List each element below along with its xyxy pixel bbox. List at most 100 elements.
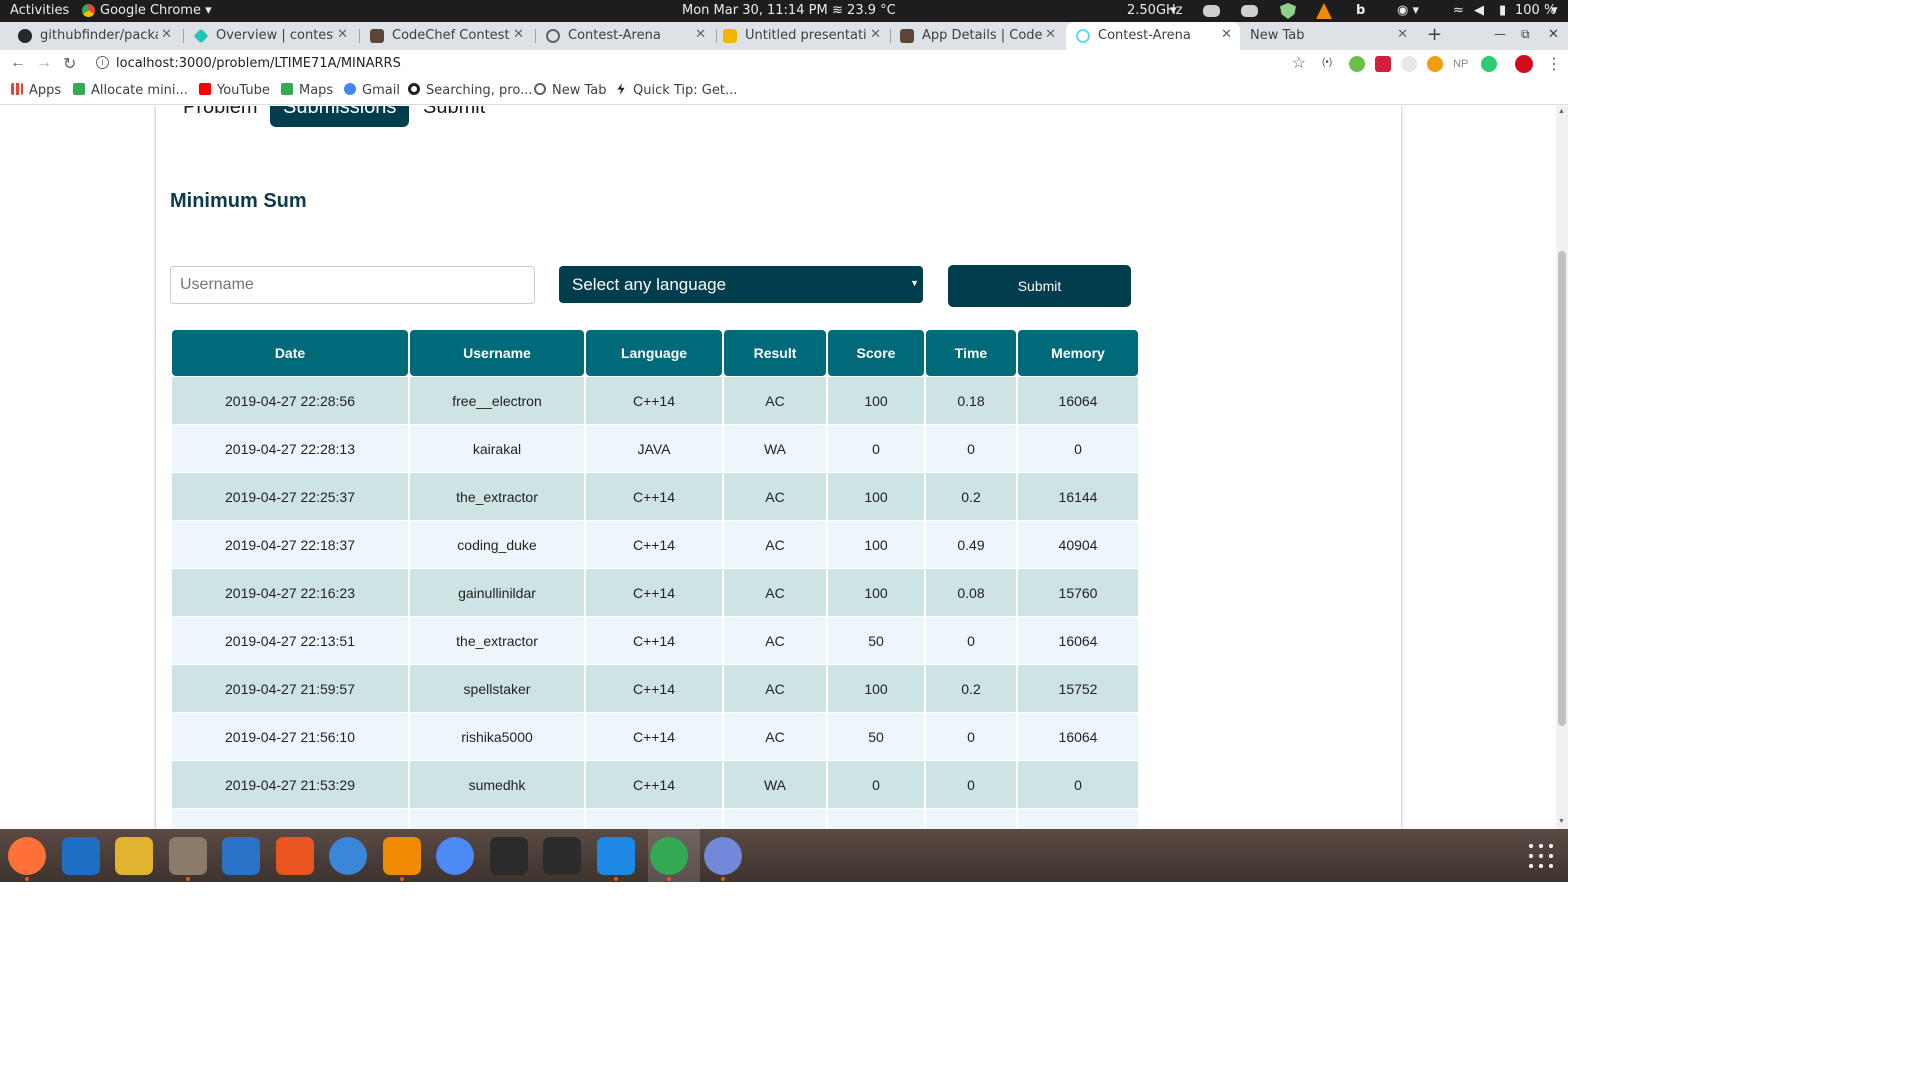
weather-indicator[interactable]: ≋ 23.9 °C [832, 3, 896, 18]
table-row[interactable]: 2019-04-27 21:56:10 rishika5000 C++14 AC 50 0… [172, 712, 1138, 760]
clock[interactable]: Mon Mar 30, 11:14 PM [682, 3, 828, 18]
close-icon[interactable]: ✕ [1045, 27, 1056, 42]
vlc-tray-icon[interactable] [1316, 3, 1332, 19]
wifi-icon[interactable]: ≈ [1453, 3, 1464, 18]
chrome-icon[interactable] [650, 837, 688, 875]
close-icon[interactable]: ✕ [870, 27, 881, 42]
extension-icon[interactable]: (•) [1322, 57, 1338, 73]
bookmark-quick-tip[interactable]: Quick Tip: Get... [615, 83, 737, 98]
software-icon[interactable] [275, 837, 314, 875]
address-bar[interactable]: i localhost:3000/problem/LTIME71A/MINARR… [90, 52, 1312, 76]
cookie-extension-icon[interactable] [1427, 56, 1443, 72]
menu-dots-icon[interactable]: ⋮ [1546, 54, 1562, 74]
bookmark-youtube[interactable]: YouTube [199, 83, 270, 98]
bookmark-searching[interactable]: Searching, pro... [408, 83, 532, 98]
np-extension-icon[interactable]: NP [1453, 58, 1469, 74]
tab-submit[interactable]: Submit [410, 106, 498, 127]
cell-score: 50 [828, 712, 924, 760]
column-header-username[interactable]: Username [410, 330, 584, 376]
column-header-score[interactable]: Score [828, 330, 924, 376]
close-icon[interactable]: ✕ [161, 27, 172, 42]
vlc-icon[interactable] [382, 837, 421, 875]
submit-button[interactable]: Submit [948, 265, 1131, 307]
files-icon[interactable] [168, 837, 207, 875]
scroll-up-arrow-icon[interactable]: ▲ [1558, 108, 1565, 115]
app-menu[interactable]: Google Chrome ▾ [100, 3, 212, 18]
table-row[interactable]: 2019-04-27 22:28:56 free__electron C++14 AC… [172, 376, 1138, 424]
volume-icon[interactable]: ◀ [1474, 3, 1484, 18]
tab-contest-arena-1[interactable]: Contest-Arena ✕ [536, 22, 714, 50]
tab-codechef-contest[interactable]: CodeChef Contest Are ✕ [360, 22, 532, 50]
table-row[interactable]: 2019-04-27 22:18:37 coding_duke C++14 AC 100… [172, 520, 1138, 568]
help-icon[interactable] [329, 837, 367, 875]
show-applications-icon[interactable] [1528, 843, 1554, 869]
chevron-down-icon[interactable]: ▾ [1170, 3, 1177, 18]
column-header-language[interactable]: Language [586, 330, 722, 376]
tab-contest-arena-active[interactable]: Contest-Arena ✕ [1066, 22, 1240, 50]
extension-icon[interactable] [1481, 56, 1497, 72]
tab-problem[interactable]: Problem [170, 106, 270, 127]
extension-icon[interactable] [1401, 56, 1417, 72]
intellij-icon[interactable] [489, 837, 528, 875]
scroll-thumb[interactable] [1558, 251, 1566, 726]
close-icon[interactable]: ✕ [337, 27, 348, 42]
chevron-down-icon[interactable]: ▾ [1551, 3, 1558, 18]
reload-icon[interactable]: ↻ [63, 54, 76, 74]
tab-label: Contest-Arena [1098, 28, 1191, 43]
activities-button[interactable]: Activities [10, 3, 69, 18]
close-icon[interactable]: ✕ [695, 27, 706, 42]
bookmark-allocate[interactable]: Allocate mini... [73, 83, 188, 98]
column-header-date[interactable]: Date [172, 330, 408, 376]
column-header-time[interactable]: Time [926, 330, 1016, 376]
tab-githubfinder[interactable]: githubfinder/package ✕ [8, 22, 180, 50]
writer-icon[interactable] [222, 837, 260, 875]
close-icon[interactable]: ✕ [1221, 27, 1232, 42]
page-scrollbar[interactable]: ▲ ▼ [1556, 106, 1568, 829]
problem-card: Problem Submissions Submit Minimum Sum S… [155, 106, 1402, 829]
close-icon[interactable]: ✕ [1397, 27, 1408, 42]
table-row[interactable]: 2019-04-27 22:13:51 the_extractor C++14 AC 5… [172, 616, 1138, 664]
column-header-memory[interactable]: Memory [1018, 330, 1138, 376]
forward-arrow-icon[interactable]: → [36, 54, 52, 72]
table-row[interactable]: 2019-04-27 22:16:23 gainullinildar C++14 AC… [172, 568, 1138, 616]
username-input[interactable] [170, 266, 535, 304]
table-row[interactable]: 2019-04-27 22:25:37 the_extractor C++14 AC 1… [172, 472, 1138, 520]
star-bookmark-icon[interactable]: ☆ [1292, 53, 1306, 73]
chromium-icon[interactable] [436, 837, 474, 875]
tab-netlify-overview[interactable]: Overview | contestare ✕ [184, 22, 356, 50]
battery-icon[interactable]: ▮ [1499, 3, 1506, 18]
tab-untitled-presentation[interactable]: Untitled presentation ✕ [713, 22, 889, 50]
tab-app-details[interactable]: App Details | CodeChe ✕ [890, 22, 1064, 50]
table-row[interactable]: 2019-04-27 21:53:29 sumedhk C++14 WA 0 0 0 [172, 760, 1138, 808]
new-tab-plus-icon[interactable]: + [1427, 24, 1442, 52]
table-row[interactable]: 2019-04-27 22:28:13 kairakal JAVA WA 0 0 0 [172, 424, 1138, 472]
thunderbird-icon[interactable] [61, 837, 100, 875]
bookmark-maps[interactable]: Maps [281, 83, 333, 98]
discord-tray-icon[interactable] [1241, 5, 1258, 17]
table-row[interactable] [172, 808, 1138, 829]
extension-icon[interactable] [1375, 56, 1391, 72]
bookmark-apps[interactable]: Apps [11, 83, 61, 98]
bookmark-gmail[interactable]: Gmail [344, 83, 400, 98]
terminal-icon[interactable] [543, 837, 581, 875]
language-select[interactable]: Select any language ▼ [559, 266, 923, 303]
avatar[interactable] [1515, 55, 1533, 73]
back-arrow-icon[interactable]: ← [10, 54, 26, 72]
rhythmbox-icon[interactable] [115, 837, 153, 875]
bing-icon[interactable]: b [1356, 3, 1365, 18]
table-row[interactable]: 2019-04-27 21:59:57 spellstaker C++14 AC 100… [172, 664, 1138, 712]
close-icon[interactable]: ✕ [513, 27, 524, 42]
shield-icon[interactable] [1280, 3, 1296, 19]
column-header-result[interactable]: Result [724, 330, 826, 376]
bookmark-new-tab[interactable]: New Tab [534, 83, 607, 98]
info-icon[interactable]: i [96, 56, 109, 69]
firefox-icon[interactable] [8, 837, 46, 875]
discord-tray-icon[interactable] [1203, 5, 1220, 17]
tab-submissions[interactable]: Submissions [270, 106, 410, 127]
node-extension-icon[interactable] [1349, 56, 1365, 72]
discord-icon[interactable] [703, 837, 742, 875]
vscode-icon[interactable] [596, 837, 635, 875]
scroll-down-arrow-icon[interactable]: ▼ [1558, 818, 1565, 825]
tab-new-tab[interactable]: New Tab ✕ [1240, 22, 1416, 50]
accessibility-icon[interactable]: ◉ ▾ [1397, 3, 1419, 18]
